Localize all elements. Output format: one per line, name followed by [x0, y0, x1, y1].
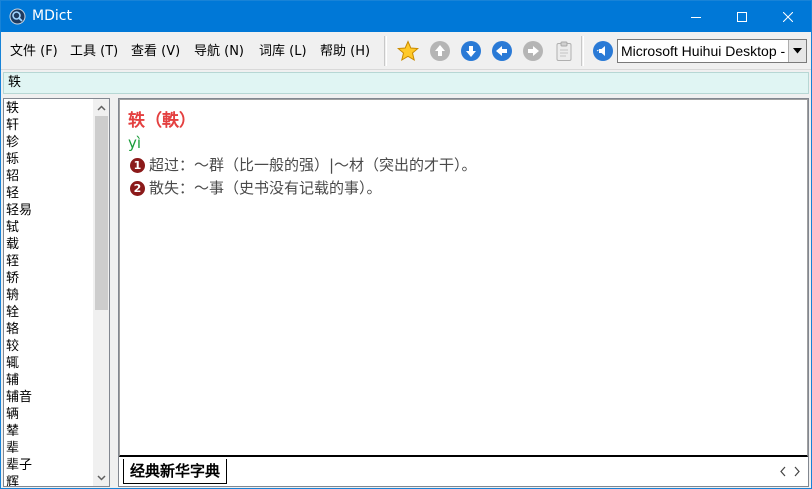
sense-number-badge: 1	[130, 158, 145, 173]
sense-item: 1 超过：～群（比一般的强）|～材（突出的才干）。	[130, 155, 477, 175]
menu-file[interactable]: 文件 (F)	[10, 44, 58, 60]
tab-scroll-right-icon[interactable]	[793, 466, 801, 477]
close-icon	[783, 11, 793, 22]
chevron-down-icon	[793, 48, 802, 54]
word-list-item[interactable]: 较	[6, 338, 92, 355]
word-list[interactable]: 轶轩轸轹轺轻轻易轼载轾轿辀辁辂较辄辅辅音辆辇辈辈子辉	[3, 98, 110, 487]
menu-tools[interactable]: 工具 (T)	[70, 44, 118, 60]
dictionary-select-value: Microsoft Huihui Desktop -	[621, 43, 786, 59]
dictionary-select[interactable]: Microsoft Huihui Desktop -	[617, 39, 807, 63]
word-list-item[interactable]: 辉	[6, 474, 92, 486]
word-list-item[interactable]: 轾	[6, 253, 92, 270]
toolbar-separator	[581, 36, 584, 66]
word-list-item[interactable]: 轿	[6, 270, 92, 287]
scroll-thumb[interactable]	[95, 116, 108, 310]
word-list-item[interactable]: 辆	[6, 406, 92, 423]
sense-item: 2 散失：～事（史书没有记载的事）。	[130, 178, 382, 198]
menu-view[interactable]: 查看 (V)	[131, 44, 180, 60]
chevron-up-icon	[97, 104, 106, 111]
word-list-item[interactable]: 轶	[6, 100, 92, 117]
sense-number-badge: 2	[130, 181, 145, 196]
tab-dictionary[interactable]: 经典新华字典	[123, 459, 228, 484]
sense-text: 散失：～事（史书没有记载的事）。	[149, 179, 382, 197]
menu-help[interactable]: 帮助 (H)	[320, 44, 370, 60]
dropdown-button[interactable]	[788, 40, 806, 62]
word-list-item[interactable]: 辂	[6, 321, 92, 338]
tab-scroll-left-icon[interactable]	[779, 466, 787, 477]
minimize-icon	[691, 16, 701, 18]
word-list-item[interactable]: 载	[6, 236, 92, 253]
title-bar[interactable]: MDict	[1, 1, 811, 32]
search-input-value: 轶	[8, 75, 22, 90]
content-pane: 轶（軼） yì 1 超过：～群（比一般的强）|～材（突出的才干）。 2 散失：～事（…	[118, 98, 809, 487]
pinyin: yì	[128, 134, 142, 152]
minimize-button[interactable]	[673, 1, 719, 32]
word-list-item[interactable]: 轻	[6, 185, 92, 202]
word-list-item[interactable]: 轻易	[6, 202, 92, 219]
scroll-down-button[interactable]	[93, 469, 109, 486]
headword: 轶（軼）	[128, 111, 196, 131]
word-list-item[interactable]: 辇	[6, 423, 92, 440]
mdict-window: MDict 文件 (F) 工具 (T) 查看 (V) 导航 (N) 词库 (L)…	[0, 0, 812, 489]
maximize-button[interactable]	[719, 1, 765, 32]
maximize-icon	[737, 11, 747, 22]
word-list-item[interactable]: 轹	[6, 151, 92, 168]
word-list-item[interactable]: 辈子	[6, 457, 92, 474]
dictionary-tab-bar: 经典新华字典	[119, 458, 808, 486]
search-input[interactable]: 轶	[3, 72, 809, 94]
scroll-up-button[interactable]	[93, 99, 109, 116]
word-list-item[interactable]: 轸	[6, 134, 92, 151]
word-list-item[interactable]: 辅音	[6, 389, 92, 406]
star-icon[interactable]	[397, 40, 419, 62]
close-button[interactable]	[765, 1, 811, 32]
word-list-item[interactable]: 辄	[6, 355, 92, 372]
forward-arrow-icon[interactable]	[522, 40, 544, 62]
up-arrow-icon[interactable]	[429, 40, 451, 62]
chevron-down-icon	[97, 474, 106, 481]
window-title: MDict	[32, 8, 72, 24]
speaker-icon[interactable]	[592, 40, 614, 62]
word-list-item[interactable]: 辅	[6, 372, 92, 389]
word-list-scrollbar[interactable]	[93, 99, 109, 486]
definition-view[interactable]: 轶（軼） yì 1 超过：～群（比一般的强）|～材（突出的才干）。 2 散失：～事（…	[119, 99, 808, 457]
menu-navigate[interactable]: 导航 (N)	[194, 44, 244, 60]
sense-text: 超过：～群（比一般的强）|～材（突出的才干）。	[149, 156, 477, 174]
word-list-item[interactable]: 辈	[6, 440, 92, 457]
toolbar-separator	[384, 36, 387, 66]
word-list-item[interactable]: 轼	[6, 219, 92, 236]
word-list-item[interactable]: 轺	[6, 168, 92, 185]
clipboard-icon[interactable]	[553, 40, 575, 62]
back-arrow-icon[interactable]	[491, 40, 513, 62]
down-arrow-icon[interactable]	[460, 40, 482, 62]
word-list-item[interactable]: 轩	[6, 117, 92, 134]
mdict-app-icon	[9, 8, 26, 25]
menu-library[interactable]: 词库 (L)	[259, 44, 307, 60]
menu-toolbar-row: 文件 (F) 工具 (T) 查看 (V) 导航 (N) 词库 (L) 帮助 (H…	[1, 32, 811, 70]
word-list-item[interactable]: 辁	[6, 304, 92, 321]
word-list-item[interactable]: 辀	[6, 287, 92, 304]
